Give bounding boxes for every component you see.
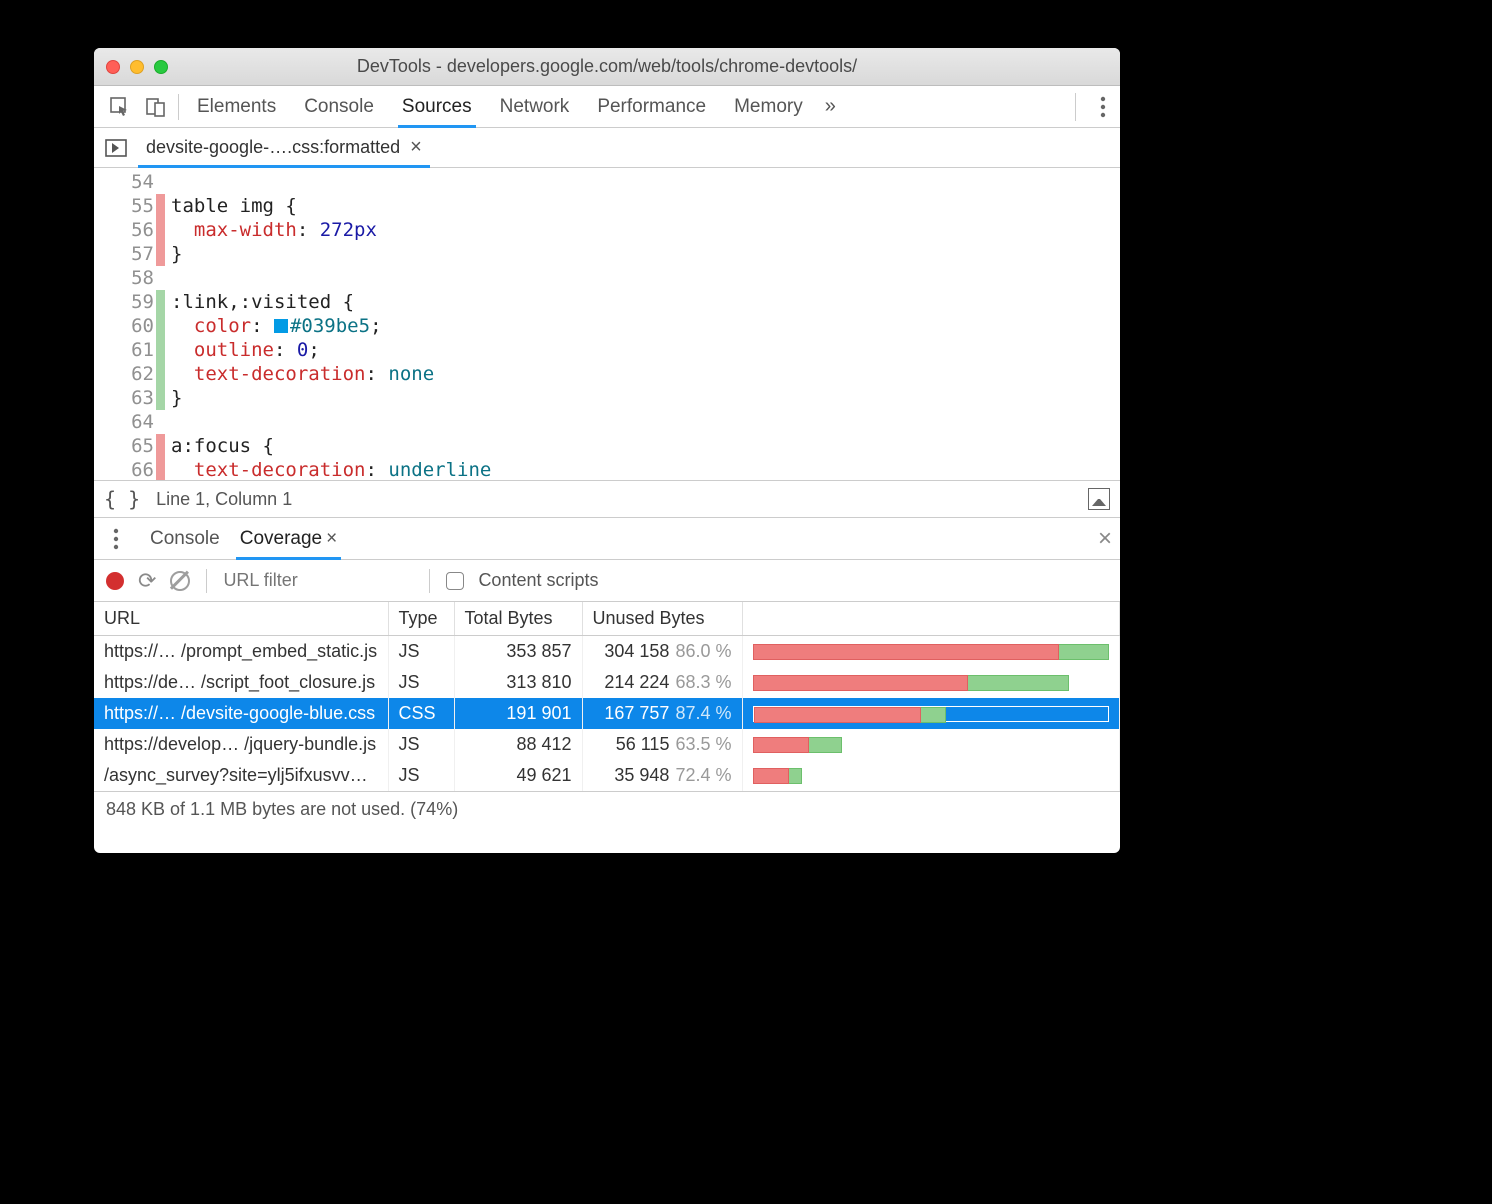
close-coverage-tab-icon[interactable]: × — [326, 528, 337, 550]
titlebar: DevTools - developers.google.com/web/too… — [94, 48, 1120, 86]
content-scripts-checkbox[interactable] — [446, 572, 464, 590]
pretty-print-icon[interactable]: { } — [104, 487, 140, 511]
drawer-kebab-icon[interactable] — [102, 521, 130, 557]
content-scripts-label: Content scripts — [478, 570, 598, 591]
separator — [429, 569, 430, 593]
col-bar-header[interactable] — [742, 602, 1120, 636]
coverage-footer: 848 KB of 1.1 MB bytes are not used. (74… — [94, 791, 1120, 827]
tab-memory[interactable]: Memory — [734, 86, 803, 127]
devtools-window: DevTools - developers.google.com/web/too… — [94, 48, 1120, 853]
inspect-element-icon[interactable] — [102, 89, 138, 125]
tab-network[interactable]: Network — [500, 86, 570, 127]
more-tabs-chevron-icon[interactable]: » — [825, 95, 836, 118]
tab-console[interactable]: Console — [304, 86, 374, 127]
separator — [206, 569, 207, 593]
tab-sources[interactable]: Sources — [402, 86, 472, 127]
drawer-tabs: Console Coverage × — [150, 518, 337, 559]
expand-editor-icon[interactable] — [1088, 488, 1110, 510]
table-row[interactable]: https://… /prompt_embed_static.jsJS353 8… — [94, 636, 1120, 668]
minimize-window-button[interactable] — [130, 60, 144, 74]
col-url-header[interactable]: URL — [94, 602, 388, 636]
drawer-tab-coverage[interactable]: Coverage × — [240, 518, 338, 559]
col-unused-header[interactable]: Unused Bytes — [582, 602, 742, 636]
table-header-row: URL Type Total Bytes Unused Bytes — [94, 602, 1120, 636]
zoom-window-button[interactable] — [154, 60, 168, 74]
traffic-lights — [106, 60, 168, 74]
drawer-tab-strip: Console Coverage × × — [94, 518, 1120, 560]
reload-icon[interactable]: ⟳ — [138, 568, 156, 594]
file-tab[interactable]: devsite-google-….css:formatted × — [138, 128, 430, 167]
coverage-summary: 848 KB of 1.1 MB bytes are not used. (74… — [106, 799, 458, 820]
tab-performance[interactable]: Performance — [597, 86, 706, 127]
clear-icon[interactable] — [170, 571, 190, 591]
record-button[interactable] — [106, 572, 124, 590]
separator — [178, 94, 179, 120]
window-title: DevTools - developers.google.com/web/too… — [357, 56, 857, 77]
table-row[interactable]: https://de… /script_foot_closure.jsJS313… — [94, 667, 1120, 698]
close-window-button[interactable] — [106, 60, 120, 74]
source-editor[interactable]: 545556575859606162636465666768 table img… — [94, 168, 1120, 480]
close-file-tab-icon[interactable]: × — [410, 136, 422, 159]
url-filter-input[interactable] — [223, 570, 413, 591]
line-gutter: 545556575859606162636465666768 — [94, 168, 156, 480]
main-tabs: Elements Console Sources Network Performance… — [197, 86, 803, 127]
editor-status-bar: { } Line 1, Column 1 — [94, 480, 1120, 518]
tab-elements[interactable]: Elements — [197, 86, 276, 127]
table-row[interactable]: /async_survey?site=ylj5ifxusvvmr4pJS49 6… — [94, 760, 1120, 791]
coverage-toolbar: ⟳ Content scripts — [94, 560, 1120, 602]
file-tab-label: devsite-google-….css:formatted — [146, 137, 400, 158]
code-body[interactable]: table img { max-width: 272px} :link,:vis… — [165, 168, 491, 480]
coverage-table: URL Type Total Bytes Unused Bytes https:… — [94, 602, 1120, 791]
show-navigator-icon[interactable] — [100, 132, 132, 164]
settings-kebab-icon[interactable] — [1075, 93, 1106, 121]
coverage-gutter — [156, 168, 165, 480]
main-tab-strip: Elements Console Sources Network Performance… — [94, 86, 1120, 128]
table-row[interactable]: https://develop… /jquery-bundle.jsJS88 4… — [94, 729, 1120, 760]
drawer-tab-console[interactable]: Console — [150, 518, 220, 559]
table-row[interactable]: https://… /devsite-google-blue.cssCSS191… — [94, 698, 1120, 729]
toggle-device-toolbar-icon[interactable] — [138, 89, 174, 125]
col-total-header[interactable]: Total Bytes — [454, 602, 582, 636]
col-type-header[interactable]: Type — [388, 602, 454, 636]
close-drawer-icon[interactable]: × — [1098, 525, 1112, 553]
file-tab-strip: devsite-google-….css:formatted × — [94, 128, 1120, 168]
cursor-position: Line 1, Column 1 — [156, 489, 292, 510]
